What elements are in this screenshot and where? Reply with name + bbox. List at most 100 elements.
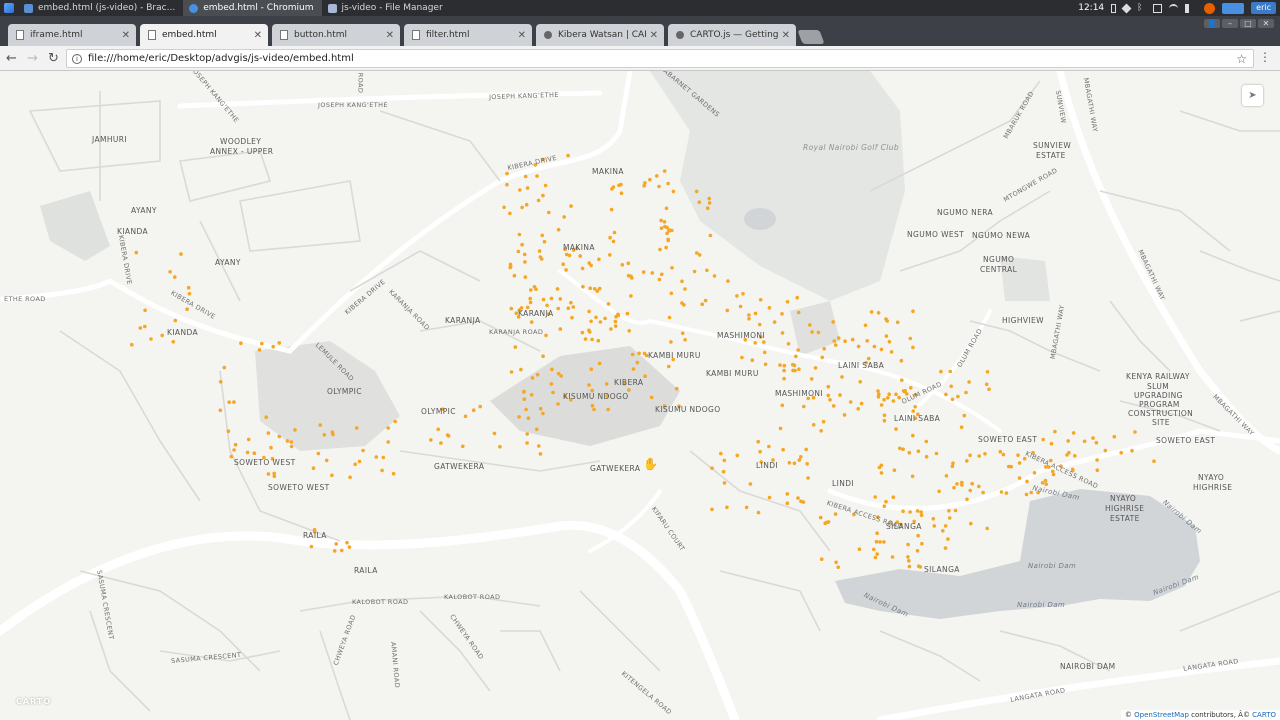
map-point[interactable] xyxy=(340,548,344,553)
map-point[interactable] xyxy=(347,545,352,549)
map-point[interactable] xyxy=(1024,492,1029,497)
map-point[interactable] xyxy=(592,407,596,412)
map-point[interactable] xyxy=(998,449,1003,454)
map-point[interactable] xyxy=(642,351,647,356)
map-point[interactable] xyxy=(547,210,551,215)
map-point[interactable] xyxy=(806,476,810,480)
map-point[interactable] xyxy=(540,233,544,238)
map-point[interactable] xyxy=(471,408,476,413)
map-point[interactable] xyxy=(1032,471,1037,475)
map-point[interactable] xyxy=(620,263,625,267)
map-point[interactable] xyxy=(799,455,803,459)
map-point[interactable] xyxy=(943,546,948,550)
map-point[interactable] xyxy=(391,471,396,476)
map-point[interactable] xyxy=(916,564,921,568)
map-point[interactable] xyxy=(756,439,760,444)
map-point[interactable] xyxy=(794,354,798,359)
map-point[interactable] xyxy=(1091,436,1095,440)
tab-cartojs[interactable]: CARTO.js — Getting sta ✕ xyxy=(668,24,796,46)
map-point[interactable] xyxy=(555,287,560,291)
map-point[interactable] xyxy=(1053,429,1057,434)
map-point[interactable] xyxy=(916,449,921,454)
map-point[interactable] xyxy=(659,218,663,223)
map-point[interactable] xyxy=(669,291,674,296)
map-point[interactable] xyxy=(589,367,594,372)
map-point[interactable] xyxy=(906,555,910,559)
map-point[interactable] xyxy=(643,181,647,185)
map-point[interactable] xyxy=(637,351,641,356)
map-point[interactable] xyxy=(587,261,591,265)
map-point[interactable] xyxy=(664,245,668,250)
map-point[interactable] xyxy=(1152,459,1156,464)
map-point[interactable] xyxy=(670,266,674,270)
map-point[interactable] xyxy=(781,447,785,452)
map-point[interactable] xyxy=(767,444,771,449)
map-point[interactable] xyxy=(898,446,902,451)
map-point[interactable] xyxy=(878,540,882,544)
map-point[interactable] xyxy=(641,270,646,274)
map-point[interactable] xyxy=(525,432,529,436)
address-bar[interactable]: i file:///home/eric/Desktop/advgis/js-vi… xyxy=(66,49,1254,68)
map-point[interactable] xyxy=(762,350,767,355)
map-point[interactable] xyxy=(570,315,574,320)
dropbox-icon[interactable] xyxy=(1121,3,1132,13)
map-point[interactable] xyxy=(666,181,670,186)
map-point[interactable] xyxy=(330,430,335,435)
map-point[interactable] xyxy=(826,393,831,398)
map-point[interactable] xyxy=(252,451,257,456)
map-point[interactable] xyxy=(680,331,685,336)
map-point[interactable] xyxy=(965,497,969,502)
map-point[interactable] xyxy=(229,454,234,459)
map-point[interactable] xyxy=(603,316,607,321)
map-point[interactable] xyxy=(911,433,915,438)
map-point[interactable] xyxy=(695,251,699,255)
map-point[interactable] xyxy=(787,461,792,465)
map-point[interactable] xyxy=(595,289,600,293)
map-point[interactable] xyxy=(792,461,797,466)
map-point[interactable] xyxy=(523,260,527,264)
tab-button[interactable]: button.html ✕ xyxy=(272,24,400,46)
map-point[interactable] xyxy=(735,294,739,298)
map-point[interactable] xyxy=(650,271,655,275)
map-point[interactable] xyxy=(750,358,755,363)
map-point[interactable] xyxy=(879,403,884,407)
map-point[interactable] xyxy=(659,226,664,230)
map-point[interactable] xyxy=(534,287,538,291)
map-point[interactable] xyxy=(869,310,874,314)
map-point[interactable] xyxy=(587,309,591,314)
map-point[interactable] xyxy=(590,337,594,342)
map-point[interactable] xyxy=(671,189,676,194)
map-point[interactable] xyxy=(509,370,514,374)
map-point[interactable] xyxy=(277,434,282,439)
map-point[interactable] xyxy=(882,418,887,423)
map-point[interactable] xyxy=(666,237,670,242)
map-point[interactable] xyxy=(498,444,502,449)
map-point[interactable] xyxy=(386,426,391,430)
back-button[interactable]: ← xyxy=(2,48,21,68)
map-point[interactable] xyxy=(626,261,631,266)
map-point[interactable] xyxy=(901,447,905,452)
map-point[interactable] xyxy=(818,515,823,520)
map-point[interactable] xyxy=(848,400,853,404)
map-point[interactable] xyxy=(598,320,603,324)
map-point[interactable] xyxy=(353,462,358,467)
map-point[interactable] xyxy=(985,370,990,374)
map-point[interactable] xyxy=(780,312,784,316)
map-point[interactable] xyxy=(840,375,844,379)
map-point[interactable] xyxy=(581,284,585,289)
map-point[interactable] xyxy=(606,302,611,306)
map-point[interactable] xyxy=(694,189,699,194)
map-point[interactable] xyxy=(246,437,251,442)
map-point[interactable] xyxy=(1130,448,1134,453)
map-point[interactable] xyxy=(657,184,661,189)
firefox-icon[interactable] xyxy=(1204,2,1216,14)
map-point[interactable] xyxy=(1049,441,1054,446)
map-point[interactable] xyxy=(631,367,636,371)
map-point[interactable] xyxy=(924,454,929,459)
map-point[interactable] xyxy=(909,386,913,390)
map-point[interactable] xyxy=(725,505,729,510)
map-point[interactable] xyxy=(960,483,964,487)
map-point[interactable] xyxy=(944,474,949,478)
map-point[interactable] xyxy=(524,407,528,412)
map-point[interactable] xyxy=(187,291,192,296)
